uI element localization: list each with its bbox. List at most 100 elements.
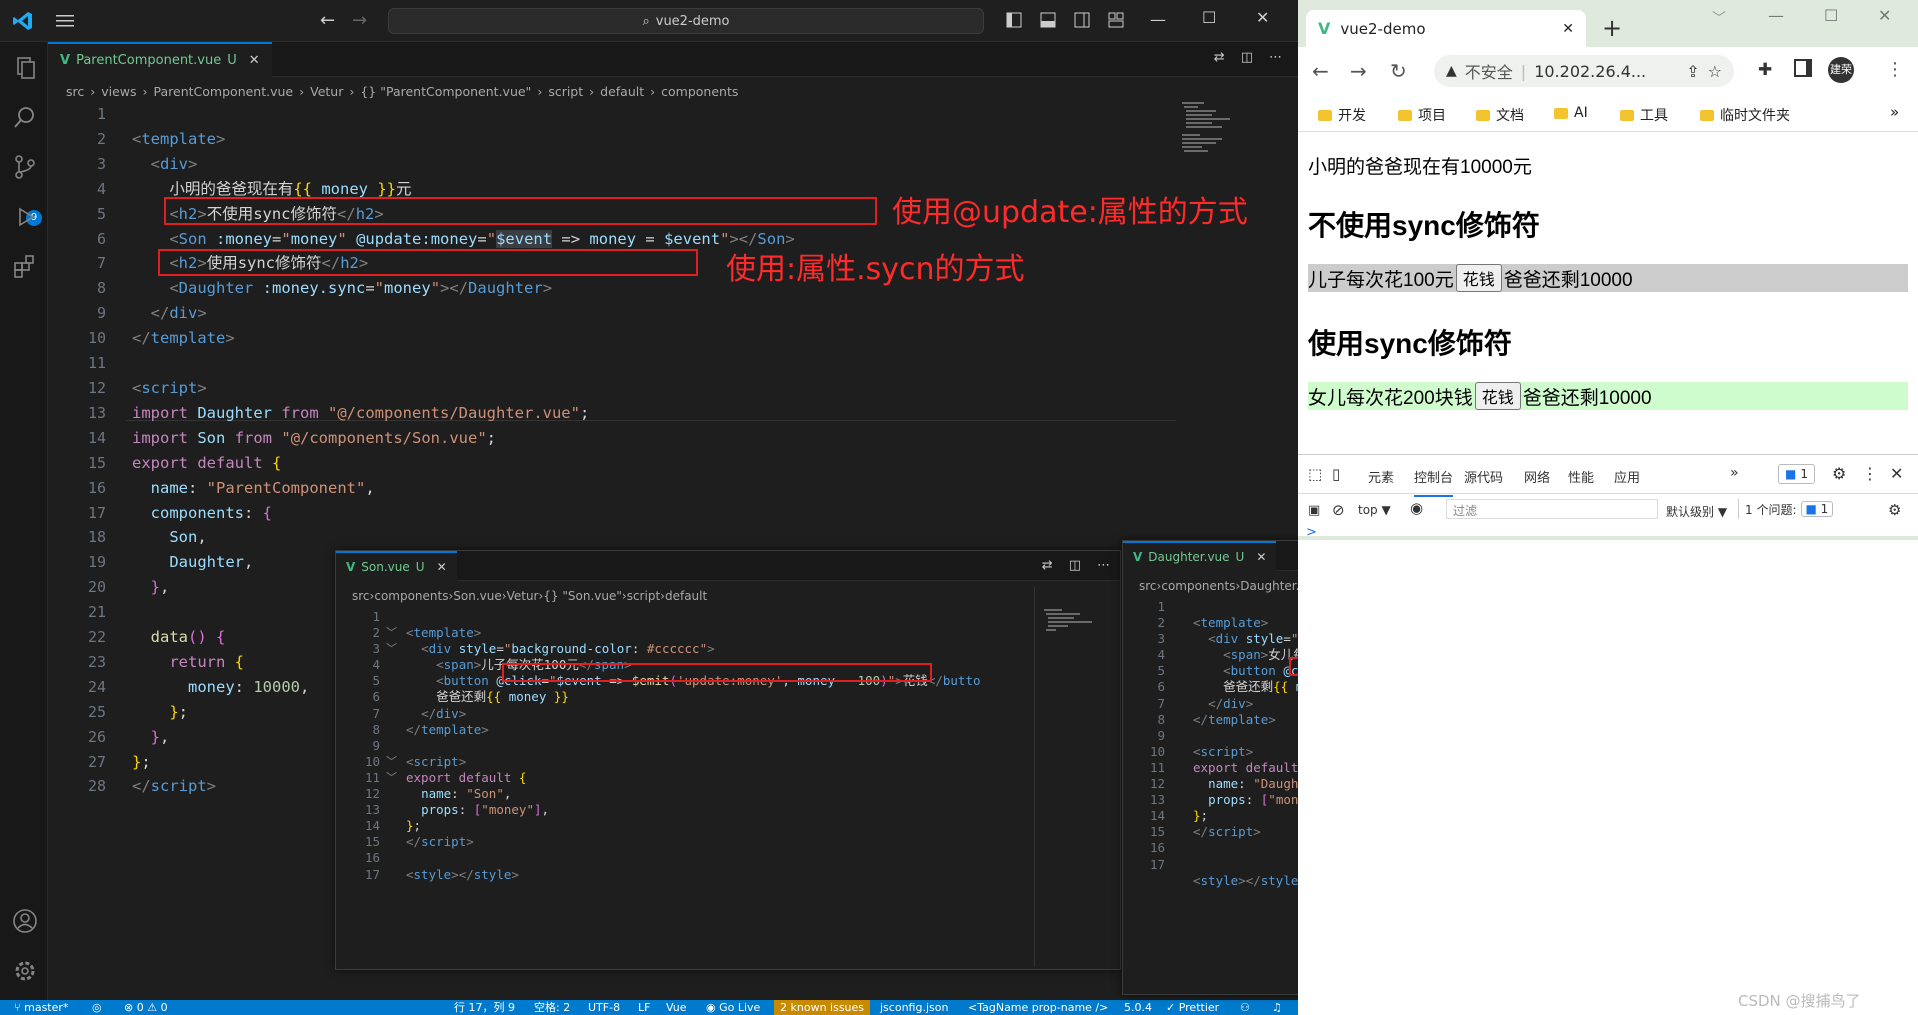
reload-icon[interactable]: ↻ — [1390, 59, 1407, 83]
url-box[interactable]: ▲ 不安全 | 10.202.26.4... ⇪ ☆ — [1434, 55, 1734, 87]
tab-parentcomponent[interactable]: V ParentComponent.vue U ✕ — [48, 42, 272, 77]
go-live[interactable]: ◉ Go Live — [706, 1000, 760, 1015]
son-spend-button[interactable]: 花钱 — [1455, 264, 1502, 292]
run-debug-icon[interactable] — [12, 204, 38, 230]
encoding[interactable]: UTF-8 — [588, 1000, 620, 1015]
clear-console-icon[interactable]: ⊘ — [1332, 501, 1345, 519]
breadcrumb-item[interactable]: src — [1139, 579, 1157, 593]
known-issues[interactable]: 2 known issues — [774, 1000, 871, 1015]
devtools-tab[interactable]: 性能 — [1568, 467, 1594, 486]
problems-count[interactable]: ⊗ 0 ⚠ 0 — [124, 1000, 168, 1015]
breadcrumb-item[interactable]: script — [627, 589, 660, 603]
breadcrumb-item[interactable]: src — [66, 84, 84, 99]
inspect-element-icon[interactable]: ⬚ — [1308, 465, 1322, 483]
back-icon[interactable]: ← — [320, 10, 335, 31]
breadcrumb-item[interactable]: components — [374, 589, 448, 603]
bookmark-folder[interactable]: 工具 — [1620, 105, 1668, 125]
device-toolbar-icon[interactable]: ▯ — [1332, 465, 1340, 483]
new-tab-icon[interactable]: + — [1602, 14, 1622, 42]
issues-badge[interactable]: ■ 1 — [1778, 464, 1815, 484]
devtools-close-icon[interactable]: ✕ — [1890, 464, 1903, 483]
maximize-icon[interactable]: ☐ — [1202, 8, 1216, 27]
breadcrumb-item[interactable]: default — [665, 589, 707, 603]
minimap[interactable] — [1180, 100, 1230, 160]
command-center-search[interactable]: ⌕ vue2-demo — [388, 8, 984, 34]
extensions-icon[interactable] — [12, 254, 38, 280]
son-code-editor[interactable]: <template> <div style="background-color:… — [406, 609, 981, 883]
breadcrumb-item[interactable]: script — [548, 84, 583, 99]
devtools-more-icon[interactable]: ⋮ — [1862, 464, 1878, 483]
breadcrumb-item[interactable]: Vetur — [310, 84, 343, 99]
split-editor-icon[interactable]: ◫ — [1241, 50, 1253, 65]
browser-tab-close-icon[interactable]: ✕ — [1562, 21, 1574, 37]
profile-avatar[interactable]: 建荣 — [1828, 57, 1854, 83]
bookmark-star-icon[interactable]: ☆ — [1708, 62, 1722, 81]
jsconfig[interactable]: jsconfig.json — [880, 1000, 948, 1015]
breadcrumb-item[interactable]: src — [352, 589, 370, 603]
tab-search-icon[interactable]: ﹀ — [1712, 8, 1726, 28]
breadcrumb-item[interactable]: views — [101, 84, 136, 99]
share-icon[interactable]: ⇪ — [1686, 62, 1699, 81]
console-filter-input[interactable]: 过滤 — [1446, 499, 1658, 519]
devtools-tab[interactable]: 源代码 — [1464, 467, 1503, 486]
language-mode[interactable]: Vue — [666, 1000, 687, 1015]
issues-counter[interactable]: 1 个问题: ■ 1 — [1738, 499, 1834, 519]
browser-back-icon[interactable]: ← — [1312, 59, 1329, 83]
browser-forward-icon[interactable]: → — [1350, 59, 1367, 83]
explorer-icon[interactable] — [12, 54, 38, 80]
browser-minimize-icon[interactable]: — — [1768, 6, 1784, 25]
tagname-format[interactable]: <TagName prop-name /> — [968, 1000, 1108, 1015]
forward-icon[interactable]: → — [352, 10, 367, 31]
account-icon[interactable] — [12, 908, 38, 934]
open-changes-icon[interactable]: ⇄ — [1214, 50, 1225, 65]
daughter-spend-button[interactable]: 花钱 — [1474, 382, 1521, 410]
git-branch[interactable]: ⑂ master* — [14, 1000, 68, 1015]
tab-close-icon[interactable]: ✕ — [437, 560, 447, 574]
context-selector[interactable]: top ▼ — [1358, 503, 1391, 517]
bookmark-folder[interactable]: 项目 — [1398, 105, 1446, 125]
notifications-icon[interactable]: ♫ — [1272, 1000, 1282, 1015]
browser-maximize-icon[interactable]: ☐ — [1824, 6, 1838, 25]
live-expression-eye-icon[interactable]: ◉ — [1410, 499, 1423, 517]
bookmark-folder[interactable]: 开发 — [1318, 105, 1366, 125]
account-status-icon[interactable]: ⚇ — [1240, 1000, 1250, 1015]
browser-menu-icon[interactable]: ⋮ — [1886, 59, 1904, 80]
manage-gear-icon[interactable] — [12, 958, 38, 984]
open-changes-icon[interactable]: ⇄ — [1042, 558, 1053, 573]
sync-icon[interactable]: ◎ — [92, 1000, 102, 1015]
breadcrumb-item[interactable]: Son.vue — [453, 589, 501, 603]
toggle-secondary-sidebar-icon[interactable] — [1074, 12, 1090, 28]
more-actions-icon[interactable]: ⋯ — [1269, 50, 1282, 65]
bookmark-folder[interactable]: 临时文件夹 — [1700, 105, 1790, 125]
tab-daughter[interactable]: V Daughter.vue U ✕ — [1123, 541, 1277, 571]
customize-layout-icon[interactable] — [1108, 12, 1124, 28]
prettier[interactable]: ✓ Prettier — [1166, 1000, 1219, 1015]
toggle-sidebar-icon[interactable] — [1006, 12, 1022, 28]
breadcrumb-item[interactable]: ParentComponent.vue — [154, 84, 294, 99]
toggle-panel-icon[interactable] — [1040, 12, 1056, 28]
son-fold-markers[interactable]: ﹀ ﹀ ﹀ ﹀ — [386, 609, 397, 786]
son-minimap[interactable] — [1042, 607, 1092, 647]
more-bookmarks-icon[interactable]: » — [1890, 103, 1899, 121]
more-tabs-icon[interactable]: » — [1730, 465, 1739, 481]
browser-tab[interactable]: V vue2-demo ✕ — [1306, 10, 1586, 47]
breadcrumb-item[interactable]: Vetur — [507, 589, 539, 603]
indentation[interactable]: 空格: 2 — [534, 1000, 570, 1015]
extensions-puzzle-icon[interactable]: ✚ — [1758, 60, 1772, 80]
source-control-icon[interactable] — [12, 154, 38, 180]
cursor-position[interactable]: 行 17，列 9 — [454, 1000, 515, 1015]
tab-close-icon[interactable]: ✕ — [1256, 550, 1266, 564]
version[interactable]: 5.0.4 — [1124, 1000, 1152, 1015]
breadcrumb-item[interactable]: default — [600, 84, 644, 99]
eol[interactable]: LF — [638, 1000, 650, 1015]
devtools-tab[interactable]: 应用 — [1614, 467, 1640, 486]
side-panel-icon[interactable] — [1794, 59, 1812, 77]
more-actions-icon[interactable]: ⋯ — [1097, 558, 1110, 573]
sidebar-toggle-icon[interactable]: ▣ — [1308, 503, 1320, 518]
devtools-settings-icon[interactable]: ⚙ — [1832, 464, 1846, 483]
minimize-icon[interactable]: — — [1150, 10, 1166, 29]
breadcrumb-item[interactable]: {} "Son.vue" — [543, 589, 622, 603]
breadcrumb-item[interactable]: components — [661, 84, 738, 99]
devtools-tab[interactable]: 网络 — [1524, 467, 1550, 486]
log-level-selector[interactable]: 默认级别 ▼ — [1666, 503, 1727, 520]
